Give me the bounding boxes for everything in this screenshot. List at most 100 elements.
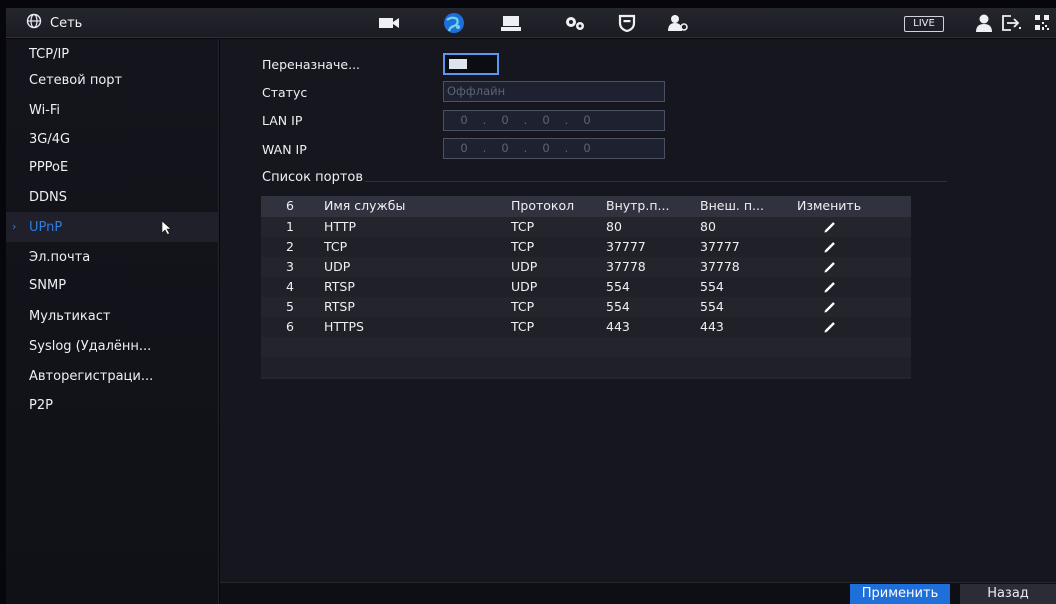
table-row[interactable]: 6 HTTPS TCP 443 443: [261, 317, 911, 337]
user-icon[interactable]: [974, 13, 994, 33]
port-mapping-toggle[interactable]: [443, 53, 499, 75]
qr-code-icon[interactable]: [1032, 13, 1052, 33]
title-area: Сеть: [26, 13, 82, 33]
apply-button[interactable]: Применить: [850, 584, 950, 604]
back-button[interactable]: Назад: [960, 584, 1056, 604]
ip-octet: 0: [460, 141, 468, 155]
active-arrow-icon: ›: [12, 220, 17, 233]
camera-icon[interactable]: [378, 13, 400, 33]
top-bar: Сеть LIVE: [6, 8, 1056, 38]
port-list-title: Список портов: [262, 170, 364, 185]
table-row[interactable]: 4 RTSP UDP 554 554: [261, 277, 911, 297]
security-icon[interactable]: [616, 13, 638, 33]
status-field: Оффлайн: [443, 81, 665, 102]
table-header: 6 Имя службы Протокол Внутр.п... Внеш. п…: [261, 196, 911, 217]
sidebar-item-label: Syslog (Удалённ...: [29, 338, 152, 354]
protocol: TCP: [511, 219, 535, 234]
sidebar-item-p2p[interactable]: P2P: [6, 390, 219, 420]
column-header-count[interactable]: 6: [286, 196, 294, 216]
section-divider: [365, 181, 947, 182]
column-header-external-port[interactable]: Внеш. п...: [700, 196, 764, 216]
ip-octet: 0: [542, 113, 550, 127]
row-number: 4: [286, 279, 294, 294]
sidebar-item-label: Мультикаст: [29, 308, 111, 324]
sidebar-item-multicast[interactable]: Мультикаст: [6, 301, 219, 331]
status-value: Оффлайн: [447, 84, 506, 98]
sidebar-item-email[interactable]: Эл.почта: [6, 242, 219, 272]
sidebar-item-label: Авторегистраци...: [29, 368, 154, 384]
edit-pencil-icon[interactable]: [824, 241, 836, 253]
ip-octet: 0: [501, 113, 509, 127]
service-name: RTSP: [324, 299, 355, 314]
sidebar-item-wifi[interactable]: Wi-Fi: [6, 95, 219, 125]
sidebar-item-network-port[interactable]: Сетевой порт: [6, 65, 219, 95]
globe-icon: [26, 13, 42, 33]
table-row[interactable]: 3 UDP UDP 37778 37778: [261, 257, 911, 277]
sidebar-item-label: UPnP: [29, 219, 63, 235]
row-number: 3: [286, 259, 294, 274]
ip-octet: 0: [501, 141, 509, 155]
sidebar-item-label: Эл.почта: [29, 249, 91, 265]
sidebar-item-auto-register[interactable]: Авторегистраци...: [6, 361, 219, 391]
settings-icon[interactable]: [563, 13, 587, 33]
ip-separator: .: [564, 113, 569, 127]
sidebar-item-syslog[interactable]: Syslog (Удалённ...: [6, 331, 219, 361]
network-icon[interactable]: [442, 13, 466, 33]
row-number: 2: [286, 239, 294, 254]
service-name: TCP: [324, 239, 348, 254]
wan-ip-field[interactable]: 0. 0. 0. 0: [443, 138, 665, 159]
table-row[interactable]: 1 HTTP TCP 80 80: [261, 217, 911, 237]
table-row[interactable]: 2 TCP TCP 37777 37777: [261, 237, 911, 257]
toggle-knob: [449, 59, 467, 69]
sidebar: TCP/IP Сетевой порт Wi-Fi 3G/4G PPPoE DD…: [6, 39, 219, 604]
mouse-cursor-icon: [161, 220, 174, 239]
external-port: 37777: [700, 239, 740, 254]
live-badge[interactable]: LIVE: [904, 16, 944, 32]
external-port: 37778: [700, 259, 740, 274]
logout-icon[interactable]: [1000, 13, 1022, 33]
column-header-edit: Изменить: [797, 198, 862, 213]
ip-octet: 0: [583, 113, 591, 127]
ip-octet: 0: [583, 141, 591, 155]
sidebar-item-label: 3G/4G: [29, 131, 71, 147]
column-header-service[interactable]: Имя службы: [324, 196, 405, 216]
sidebar-item-label: DDNS: [29, 189, 67, 205]
row-number: 6: [286, 319, 294, 334]
edit-pencil-icon[interactable]: [824, 221, 836, 233]
edit-pencil-icon[interactable]: [824, 281, 836, 293]
table-row[interactable]: 5 RTSP TCP 554 554: [261, 297, 911, 317]
protocol: TCP: [511, 239, 535, 254]
sidebar-item-pppoe[interactable]: PPPoE: [6, 152, 219, 182]
row-number: 5: [286, 299, 294, 314]
storage-icon[interactable]: [499, 13, 523, 33]
external-port: 443: [700, 319, 724, 334]
sidebar-item-3g4g[interactable]: 3G/4G: [6, 124, 219, 154]
ip-octet: 0: [460, 113, 468, 127]
lan-ip-label: LAN IP: [262, 113, 303, 128]
row-number: 1: [286, 219, 294, 234]
sidebar-item-ddns[interactable]: DDNS: [6, 182, 219, 212]
ip-separator: .: [523, 113, 528, 127]
external-port: 80: [700, 219, 716, 234]
edit-pencil-icon[interactable]: [824, 321, 836, 333]
service-name: HTTP: [324, 219, 356, 234]
external-port: 554: [700, 299, 724, 314]
internal-port: 37777: [606, 239, 646, 254]
internal-port: 37778: [606, 259, 646, 274]
protocol: UDP: [511, 259, 538, 274]
lan-ip-field[interactable]: 0. 0. 0. 0: [443, 110, 665, 131]
ip-separator: .: [482, 113, 487, 127]
edit-pencil-icon[interactable]: [824, 261, 836, 273]
sidebar-item-upnp[interactable]: › UPnP: [6, 212, 219, 242]
sidebar-item-label: PPPoE: [29, 159, 69, 175]
sidebar-item-snmp[interactable]: SNMP: [6, 270, 219, 300]
sidebar-item-label: SNMP: [29, 277, 67, 293]
edit-pencil-icon[interactable]: [824, 301, 836, 313]
column-header-internal-port[interactable]: Внутр.п...: [606, 196, 669, 216]
table-row-empty: [261, 337, 911, 357]
sidebar-item-label: TCP/IP: [29, 46, 70, 62]
account-icon[interactable]: [666, 13, 690, 33]
service-name: HTTPS: [324, 319, 364, 334]
protocol: TCP: [511, 319, 535, 334]
column-header-protocol[interactable]: Протокол: [511, 196, 574, 216]
